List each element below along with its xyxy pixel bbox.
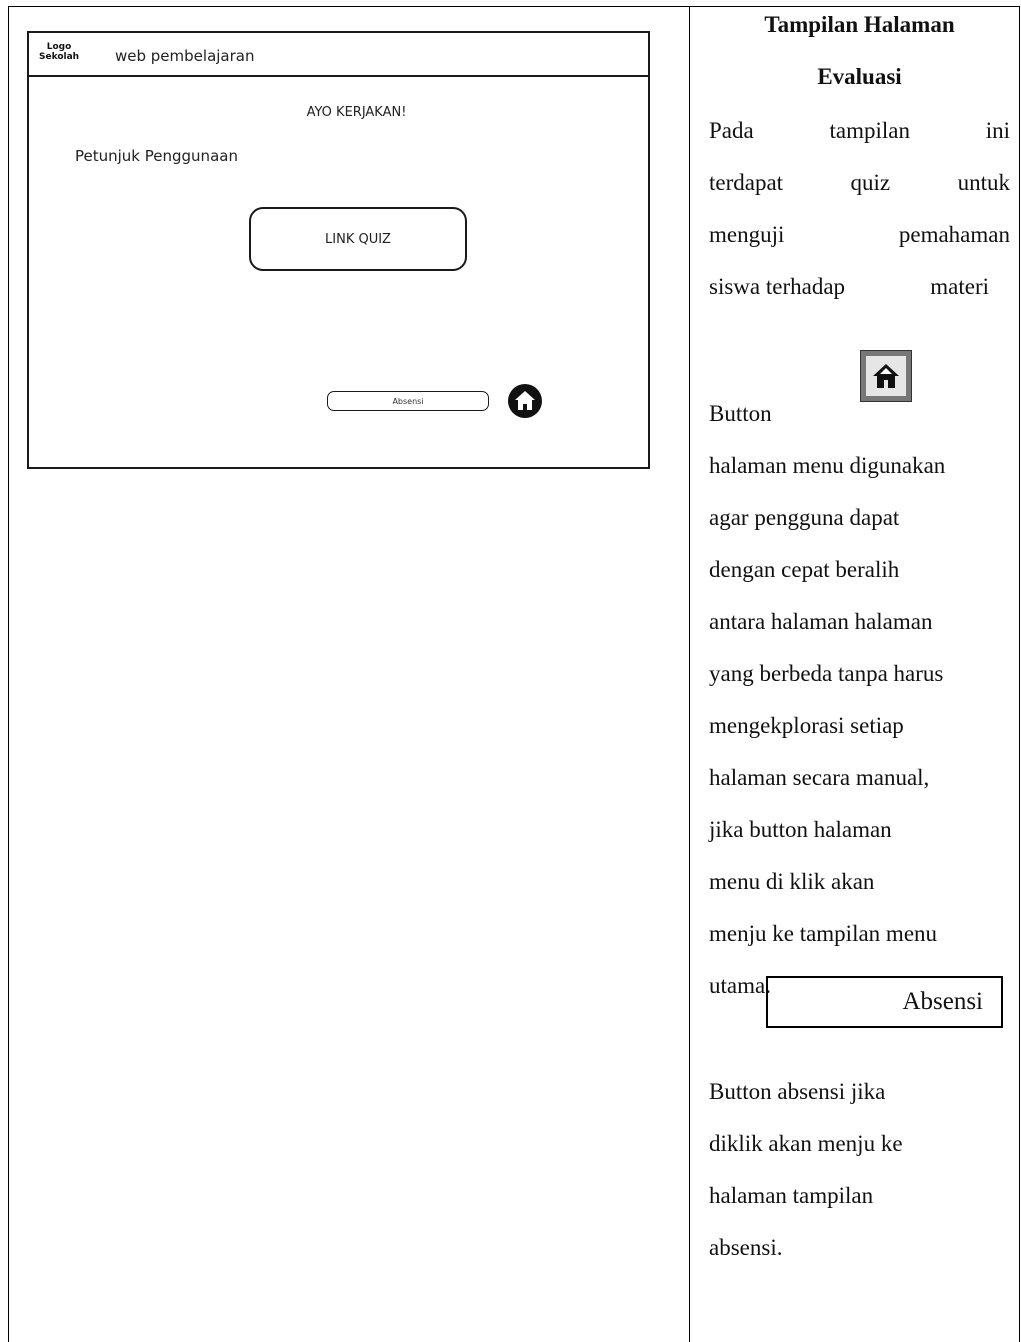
word: pemahaman	[898, 222, 1010, 247]
section-title-line-2: Evaluasi	[817, 64, 902, 89]
site-name: web pembelajaran	[115, 47, 255, 65]
home-desc-line: yang berbeda tanpa harus	[709, 661, 944, 686]
guide-link[interactable]: Petunjuk Penggunaan	[75, 147, 238, 165]
home-desc-line: utama.	[709, 973, 771, 998]
wireframe-mockup: Logo Sekolah web pembelajaran AYO KERJAK…	[27, 31, 650, 469]
mockup-header: Logo Sekolah web pembelajaran	[29, 33, 648, 77]
absensi-desc-line: halaman tampilan	[709, 1183, 874, 1208]
link-quiz-button[interactable]: LINK QUIZ	[249, 207, 467, 271]
home-desc-line: menu di klik akan	[709, 869, 875, 894]
column-divider	[689, 6, 690, 1342]
word: ini	[985, 118, 1010, 143]
intro-line: siswa terhadap materi	[709, 274, 989, 300]
heading-text: AYO KERJAKAN!	[306, 105, 407, 120]
home-icon[interactable]	[507, 383, 543, 419]
word: untuk	[957, 170, 1010, 195]
school-logo: Logo Sekolah	[39, 42, 79, 62]
word: tampilan	[829, 118, 910, 143]
home-button-image	[860, 350, 912, 402]
logo-line-1: Logo	[46, 42, 72, 52]
home-desc-line: jika button halaman	[709, 817, 892, 842]
word: materi	[930, 274, 989, 299]
word: menguji	[709, 222, 785, 247]
absensi-desc-line: absensi.	[709, 1235, 783, 1260]
intro-line: Pada tampilan ini	[709, 118, 1010, 144]
home-desc-line: mengekplorasi setiap	[709, 713, 904, 738]
word: quiz	[850, 170, 891, 195]
home-desc-line: halaman secara manual,	[709, 765, 930, 790]
home-desc-line: halaman menu digunakan	[709, 453, 946, 478]
home-button-inner	[866, 356, 906, 396]
logo-line-2: Sekolah	[39, 52, 80, 62]
mockup-heading: AYO KERJAKAN!	[29, 105, 648, 120]
absensi-desc-line: diklik akan menju ke	[709, 1131, 903, 1156]
absensi-button[interactable]: Absensi	[327, 391, 489, 411]
home-desc-line: menju ke tampilan menu	[709, 921, 938, 946]
absensi-desc-line: Button absensi jika	[709, 1079, 886, 1104]
word: terdapat	[709, 170, 784, 195]
intro-line: terdapat quiz untuk	[709, 170, 1010, 196]
intro-line: menguji pemahaman	[709, 222, 1010, 248]
button-label: Button	[709, 401, 772, 426]
absensi-button-sample: Absensi	[766, 976, 1003, 1028]
home-desc-line: agar pengguna dapat	[709, 505, 900, 530]
home-desc-line: dengan cepat beralih	[709, 557, 900, 582]
word: siswa terhadap	[709, 274, 846, 299]
home-icon	[873, 364, 899, 388]
word: Pada	[709, 118, 754, 143]
home-desc-line: antara halaman halaman	[709, 609, 933, 634]
section-title-line-1: Tampilan Halaman	[764, 12, 955, 37]
